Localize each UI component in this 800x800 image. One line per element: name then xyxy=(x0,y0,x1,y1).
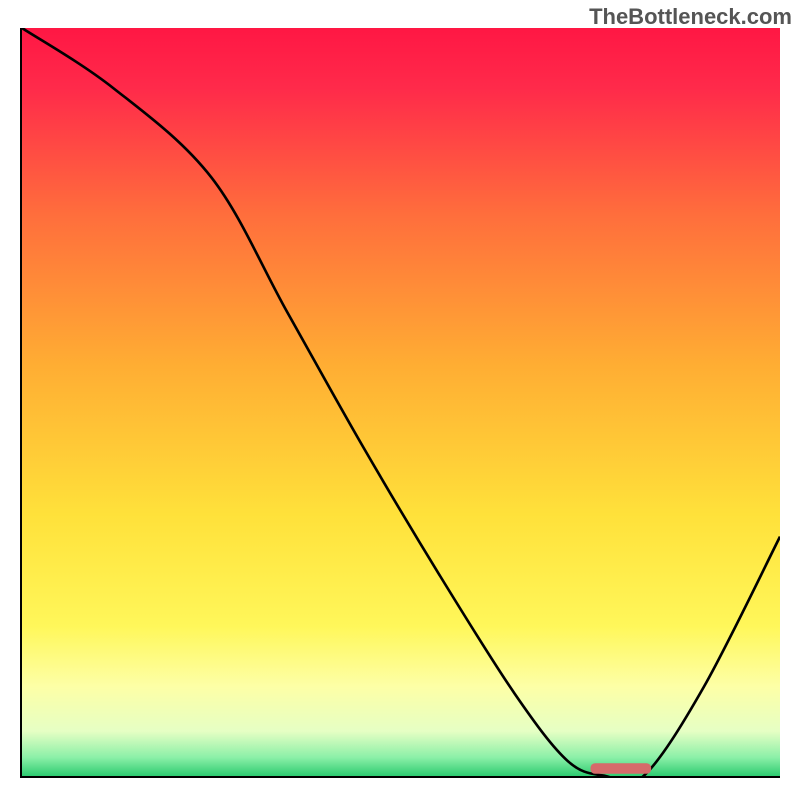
watermark-text: TheBottleneck.com xyxy=(589,4,792,30)
optimal-range-marker xyxy=(591,763,652,773)
chart-plot-area xyxy=(20,28,780,778)
bottleneck-line xyxy=(22,28,780,776)
chart-curve-layer xyxy=(22,28,780,776)
